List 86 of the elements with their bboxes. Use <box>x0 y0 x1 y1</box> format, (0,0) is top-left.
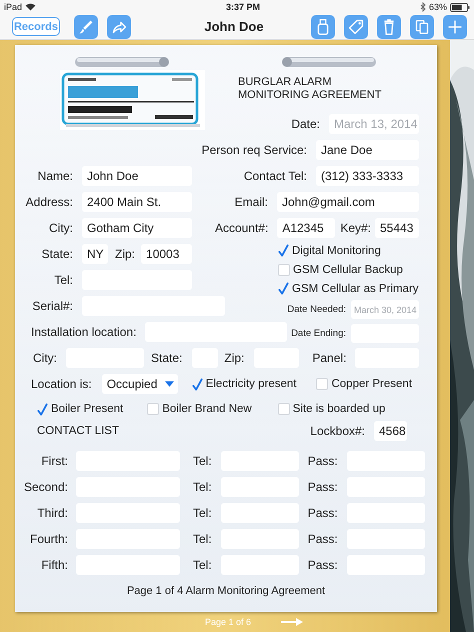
field-label: Second: <box>22 480 68 494</box>
field-label: City: <box>48 221 73 235</box>
field-label: Pass: <box>308 532 338 546</box>
text-field[interactable]: 2400 Main St. <box>82 192 192 212</box>
field-label: Tel: <box>193 506 212 520</box>
text-field[interactable]: John Doe <box>82 166 192 186</box>
text-field[interactable]: John@gmail.com <box>277 192 419 212</box>
field-label: Serial#: <box>31 299 73 313</box>
field-label: Email: <box>234 195 268 209</box>
option-label: Site is boarded up <box>292 403 386 415</box>
location-dropdown[interactable]: Occupied <box>102 374 178 394</box>
page-footer: Page 1 of 4 Alarm Monitoring Agreement <box>126 578 326 604</box>
checkmark-icon[interactable] <box>278 282 289 295</box>
clock-label: 3:37 PM <box>224 2 261 12</box>
caret-icon <box>164 381 174 387</box>
battery-icon <box>450 2 470 12</box>
text-field[interactable]: 4568 <box>374 421 407 441</box>
brush-button[interactable] <box>74 14 98 38</box>
option-label: Boiler Present <box>51 403 124 415</box>
field-label: Lockbox#: <box>310 424 365 438</box>
option-label: Boiler Brand New <box>162 403 252 415</box>
wifi-icon <box>25 3 36 11</box>
section-title: CONTACT LIST <box>37 425 119 437</box>
field-label: Tel: <box>193 454 212 468</box>
text-field[interactable]: (312) 333-3333 <box>316 166 419 186</box>
checkbox[interactable] <box>278 403 290 415</box>
field-label: Date: <box>291 117 320 131</box>
text-field[interactable]: NY <box>82 244 108 264</box>
battery-percent: 63% <box>428 2 447 12</box>
field-label: Address: <box>24 195 73 209</box>
carrier-label: iPad <box>4 2 22 12</box>
field-label: Contact Tel: <box>244 169 307 183</box>
field-label: Tel: <box>193 480 212 494</box>
copy-button[interactable] <box>410 14 434 38</box>
field-label: Location is: <box>31 377 92 391</box>
field-label: Panel: <box>312 351 346 365</box>
field-label: Pass: <box>308 506 338 520</box>
field-label: Date Ending: <box>291 328 346 339</box>
field-label: Person req Service: <box>202 143 307 157</box>
field-label: Tel: <box>193 558 212 572</box>
option-label: GSM Cellular Backup <box>293 264 403 276</box>
form-heading: BURGLAR ALARM <box>238 76 333 89</box>
option-label: GSM Cellular as Primary <box>292 282 419 294</box>
field-label: Third: <box>36 506 68 520</box>
text-field[interactable]: 10003 <box>141 244 192 264</box>
checkbox[interactable] <box>316 378 328 390</box>
text-field[interactable]: Gotham City <box>82 218 192 238</box>
text-field[interactable]: Jane Doe <box>316 140 419 160</box>
field-label: Tel: <box>193 532 212 546</box>
field-label: Pass: <box>308 454 338 468</box>
field-label: Zip: <box>115 247 136 261</box>
text-field[interactable]: 55443 <box>375 218 419 238</box>
bluetooth-icon <box>420 2 426 12</box>
checkmark-icon[interactable] <box>192 378 203 390</box>
add-button[interactable] <box>443 14 467 38</box>
field-label: Installation location: <box>31 325 136 339</box>
checkmark-icon[interactable] <box>37 402 48 416</box>
tag-button[interactable] <box>344 14 368 38</box>
storage-button[interactable] <box>311 14 335 38</box>
field-label: Account#: <box>214 221 268 235</box>
option-label: Copper Present <box>331 378 412 390</box>
field-label: First: <box>40 454 68 468</box>
field-label: City: <box>33 351 57 365</box>
arrow-right-icon[interactable] <box>281 618 304 626</box>
field-label: Pass: <box>308 558 338 572</box>
form-heading: MONITORING AGREEMENT <box>238 89 382 102</box>
field-label: Name: <box>36 169 73 183</box>
delete-button[interactable] <box>377 14 401 38</box>
option-label: Electricity present <box>206 378 296 390</box>
field-label: Fifth: <box>40 558 68 572</box>
page-indicator: Page 1 of 6 <box>205 617 252 627</box>
field-label: State: <box>40 247 73 261</box>
field-label: State: <box>151 351 182 365</box>
field-label: Tel: <box>53 273 73 287</box>
field-label: Zip: <box>224 351 244 365</box>
share-button[interactable] <box>107 14 131 38</box>
option-label: Digital Monitoring <box>292 244 381 256</box>
field-label: Pass: <box>308 480 338 494</box>
field-label: Fourth: <box>28 532 68 546</box>
checkmark-icon[interactable] <box>278 244 289 257</box>
field-label: Date Needed: <box>287 304 346 316</box>
text-field[interactable]: A12345 <box>277 218 336 238</box>
checkbox[interactable] <box>278 264 290 276</box>
record-title: John Doe <box>203 19 265 34</box>
checkbox[interactable] <box>147 403 160 415</box>
field-label: Key#: <box>340 221 371 235</box>
